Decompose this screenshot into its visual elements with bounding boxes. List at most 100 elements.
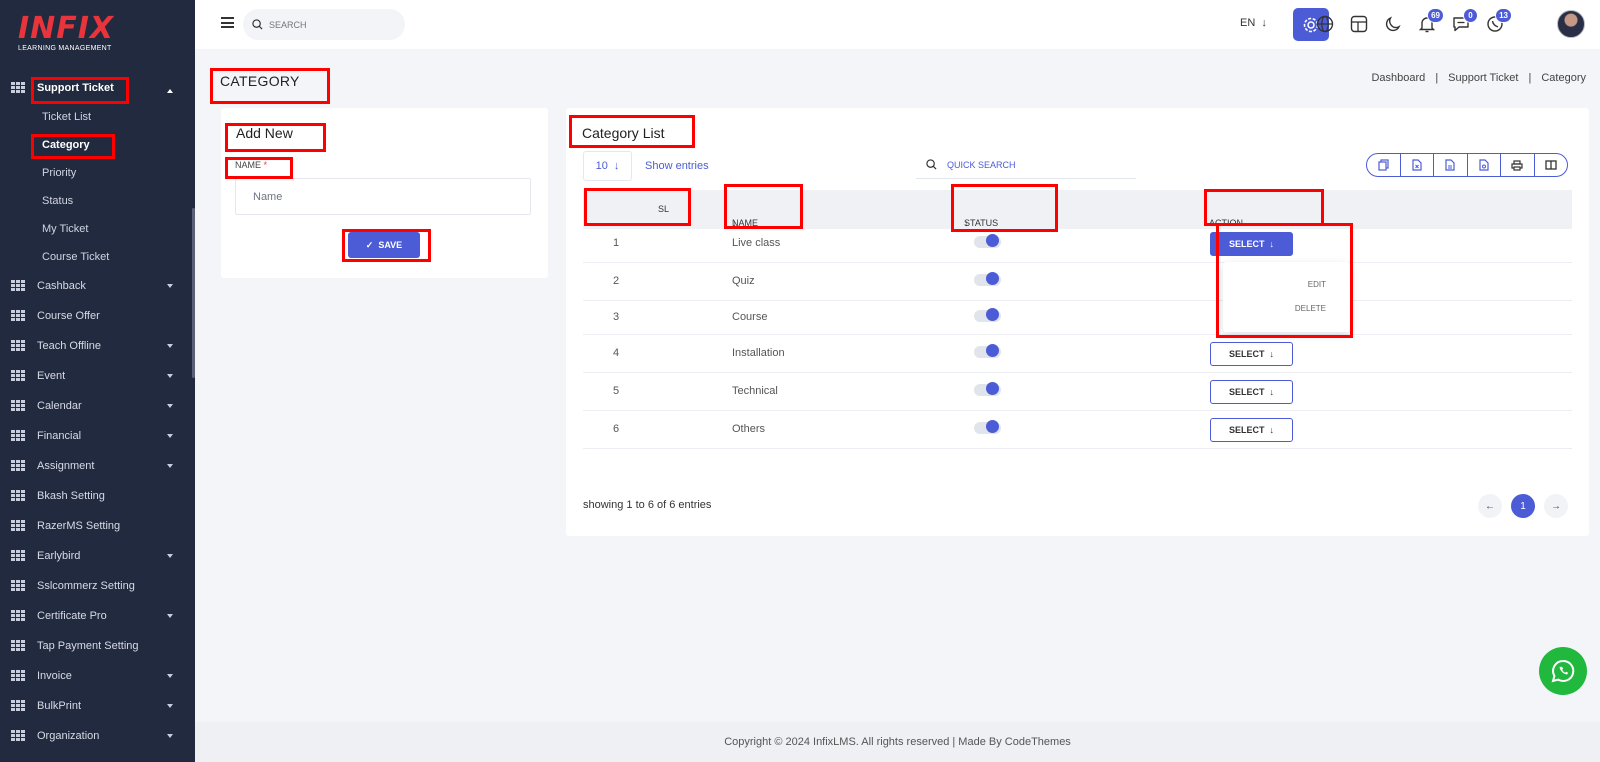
- column-header-sl[interactable]: SL: [658, 204, 669, 214]
- whatsapp-chat-button[interactable]: [1539, 647, 1587, 695]
- notifications-badge: 69: [1427, 8, 1444, 23]
- excel-button[interactable]: [1401, 154, 1434, 176]
- select-label: SELECT: [1228, 349, 1265, 359]
- action-select-button[interactable]: SELECT ↓: [1210, 232, 1293, 256]
- sidebar-item-bulkprint[interactable]: BulkPrint: [0, 691, 195, 721]
- sidebar-subitem-category[interactable]: Category: [0, 131, 195, 159]
- sidebar-item-sslcommerz-setting[interactable]: Sslcommerz Setting: [0, 571, 195, 601]
- arrow-down-icon: ↓: [1269, 425, 1275, 435]
- sidebar-item-tap-payment-setting[interactable]: Tap Payment Setting: [0, 631, 195, 661]
- action-select-button[interactable]: SELECT ↓: [1210, 342, 1293, 366]
- check-icon: ✓: [365, 239, 374, 250]
- sidebar-item-bkash-setting[interactable]: Bkash Setting: [0, 481, 195, 511]
- pdf-button[interactable]: [1468, 154, 1501, 176]
- status-toggle[interactable]: [974, 382, 1001, 396]
- notifications-button[interactable]: 69: [1417, 8, 1444, 34]
- sidebar-item-organization[interactable]: Organization: [0, 721, 195, 751]
- dark-mode-button[interactable]: [1383, 14, 1403, 34]
- sidebar-item-certificate-pro[interactable]: Certificate Pro: [0, 601, 195, 631]
- breadcrumb-item[interactable]: Support Ticket: [1448, 72, 1518, 84]
- save-button[interactable]: ✓ SAVE: [348, 232, 420, 258]
- status-toggle[interactable]: [974, 272, 1001, 286]
- grid-icon: [11, 610, 25, 622]
- sidebar-item-assignment[interactable]: Assignment: [0, 451, 195, 481]
- row-sl: 4: [613, 347, 620, 359]
- sidebar-item-label: Cashback: [37, 280, 86, 292]
- sidebar-item-course-offer[interactable]: Course Offer: [0, 301, 195, 331]
- action-select-button[interactable]: SELECT ↓: [1210, 418, 1293, 442]
- sidebar-item-support-ticket[interactable]: Support Ticket: [0, 76, 195, 100]
- sidebar-item-earlybird[interactable]: Earlybird: [0, 541, 195, 571]
- column-visibility-button[interactable]: [1535, 154, 1568, 176]
- caret-down-icon: [167, 434, 173, 438]
- search-input[interactable]: [269, 19, 389, 30]
- status-toggle[interactable]: [974, 420, 1001, 434]
- status-toggle[interactable]: [974, 344, 1001, 358]
- sidebar-subitem-course-ticket[interactable]: Course Ticket: [0, 243, 195, 271]
- table-row: 3 Course: [583, 301, 1572, 335]
- arrow-down-icon: ↓: [1269, 387, 1275, 397]
- sidebar-item-label: Event: [37, 370, 66, 382]
- sidebar-item-event[interactable]: Event: [0, 361, 195, 391]
- grid-icon: [11, 550, 25, 562]
- messages-badge: 0: [1463, 8, 1478, 23]
- layout-button[interactable]: [1349, 14, 1369, 34]
- dropdown-item-delete[interactable]: DELETE: [1295, 304, 1326, 313]
- row-sl: 2: [613, 275, 620, 287]
- page-button[interactable]: 1: [1511, 494, 1535, 518]
- sidebar-item-label: Course Offer: [37, 310, 100, 322]
- arrow-left-icon: ←: [1485, 500, 1495, 512]
- copy-button[interactable]: [1367, 154, 1401, 176]
- previous-page-button[interactable]: ←: [1478, 494, 1502, 518]
- sidebar-item-calendar[interactable]: Calendar: [0, 391, 195, 421]
- search-box[interactable]: [243, 9, 405, 40]
- status-toggle[interactable]: [974, 234, 1001, 248]
- sidebar-item-teach-offline[interactable]: Teach Offline: [0, 331, 195, 361]
- caret-up-icon: [167, 89, 173, 93]
- layout-icon: [1350, 15, 1368, 33]
- calls-button[interactable]: 13: [1485, 8, 1512, 34]
- breadcrumb-item[interactable]: Dashboard: [1371, 72, 1425, 84]
- arrow-down-icon: ↓: [1258, 17, 1267, 29]
- user-avatar[interactable]: [1557, 10, 1585, 38]
- row-name: Installation: [732, 347, 785, 359]
- sidebar-subitem-priority[interactable]: Priority: [0, 159, 195, 187]
- sidebar-subitem-my-ticket[interactable]: My Ticket: [0, 215, 195, 243]
- status-toggle[interactable]: [974, 308, 1001, 322]
- file-csv-icon: [1445, 159, 1455, 171]
- category-name-input[interactable]: [235, 178, 531, 215]
- sidebar-item-invoice[interactable]: Invoice: [0, 661, 195, 691]
- language-selector[interactable]: EN ↓: [1240, 17, 1267, 29]
- globe-button[interactable]: [1315, 14, 1335, 34]
- name-label-text: NAME: [235, 160, 262, 170]
- dropdown-item-edit[interactable]: EDIT: [1308, 280, 1326, 289]
- grid-icon: [11, 370, 25, 382]
- sidebar-item-cashback[interactable]: Cashback: [0, 271, 195, 301]
- quick-search[interactable]: [916, 151, 1136, 179]
- print-button[interactable]: [1501, 154, 1535, 176]
- top-header: EN ↓ 69 0 13: [195, 0, 1600, 49]
- page-size-select[interactable]: 10 ↓: [583, 151, 632, 181]
- arrow-down-icon: ↓: [1269, 239, 1275, 249]
- messages-button[interactable]: 0: [1451, 8, 1478, 34]
- sidebar-subitem-ticket-list[interactable]: Ticket List: [0, 103, 195, 131]
- quick-search-input[interactable]: [947, 159, 1064, 170]
- sidebar-scrollbar[interactable]: [192, 208, 195, 378]
- caret-down-icon: [167, 614, 173, 618]
- csv-button[interactable]: [1434, 154, 1468, 176]
- next-page-button[interactable]: →: [1544, 494, 1568, 518]
- sidebar-nav: Support Ticket Ticket List Category Priorit…: [0, 76, 195, 751]
- menu-toggle-icon[interactable]: [221, 17, 234, 28]
- action-dropdown-menu: EDIT DELETE: [1223, 262, 1350, 332]
- breadcrumb-separator: |: [1435, 72, 1439, 84]
- language-label: EN: [1240, 17, 1256, 29]
- caret-down-icon: [167, 344, 173, 348]
- sidebar-subitem-status[interactable]: Status: [0, 187, 195, 215]
- footer: Copyright © 2024 InfixLMS. All rights re…: [195, 722, 1600, 762]
- sidebar-item-financial[interactable]: Financial: [0, 421, 195, 451]
- action-select-button[interactable]: SELECT ↓: [1210, 380, 1293, 404]
- logo[interactable]: INFIX LEARNING MANAGEMENT: [18, 14, 114, 53]
- grid-icon: [11, 460, 25, 472]
- breadcrumb-item[interactable]: Category: [1541, 72, 1586, 84]
- sidebar-item-razerms-setting[interactable]: RazerMS Setting: [0, 511, 195, 541]
